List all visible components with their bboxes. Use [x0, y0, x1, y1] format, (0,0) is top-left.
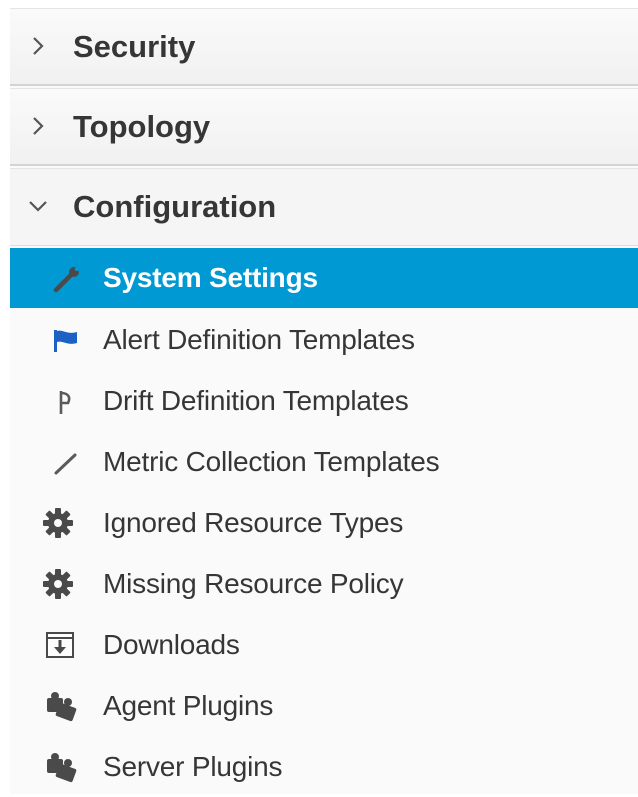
nav-item-alert-definition-templates[interactable]: Alert Definition Templates — [10, 310, 638, 370]
nav-item-label: Alert Definition Templates — [103, 324, 415, 355]
nav-item-label: Agent Plugins — [103, 690, 274, 721]
chevron-right-icon — [33, 117, 44, 135]
section-security-label: Security — [73, 29, 196, 64]
pencil-icon — [54, 453, 77, 475]
wrench-icon — [53, 266, 80, 293]
section-configuration[interactable]: Configuration — [10, 168, 638, 246]
nav-item-label: System Settings — [103, 262, 318, 293]
navigation-panel: Security Topology Configuration System S… — [10, 8, 638, 794]
nav-item-label: Downloads — [103, 629, 240, 660]
nav-item-label: Server Plugins — [103, 751, 283, 782]
section-topology-label: Topology — [73, 109, 211, 144]
chevron-down-icon — [29, 201, 47, 212]
download-icon — [46, 632, 74, 658]
nav-item-metric-collection-templates[interactable]: Metric Collection Templates — [10, 432, 638, 492]
nav-item-agent-plugins[interactable]: Agent Plugins — [10, 676, 638, 736]
nav-item-label: Drift Definition Templates — [103, 385, 409, 416]
nav-item-downloads[interactable]: Downloads — [10, 615, 638, 675]
nav-item-ignored-resource-types[interactable]: Ignored Resource Types — [10, 493, 638, 553]
puzzle-icon — [47, 692, 77, 722]
gear-icon — [43, 508, 73, 538]
puzzle-icon — [47, 753, 77, 783]
nav-item-label: Ignored Resource Types — [103, 507, 404, 538]
gear-icon — [43, 569, 73, 599]
nav-item-system-settings[interactable]: System Settings — [10, 248, 638, 308]
flag-icon — [54, 330, 77, 352]
drift-icon — [59, 391, 71, 414]
nav-item-missing-resource-policy[interactable]: Missing Resource Policy — [10, 554, 638, 614]
chevron-right-icon — [33, 37, 44, 55]
section-security[interactable]: Security — [10, 8, 638, 86]
nav-item-label: Metric Collection Templates — [103, 446, 440, 477]
nav-item-label: Missing Resource Policy — [103, 568, 404, 599]
nav-item-drift-definition-templates[interactable]: Drift Definition Templates — [10, 371, 638, 431]
nav-item-server-plugins[interactable]: Server Plugins — [10, 737, 638, 797]
section-configuration-label: Configuration — [73, 189, 277, 224]
section-topology[interactable]: Topology — [10, 88, 638, 166]
